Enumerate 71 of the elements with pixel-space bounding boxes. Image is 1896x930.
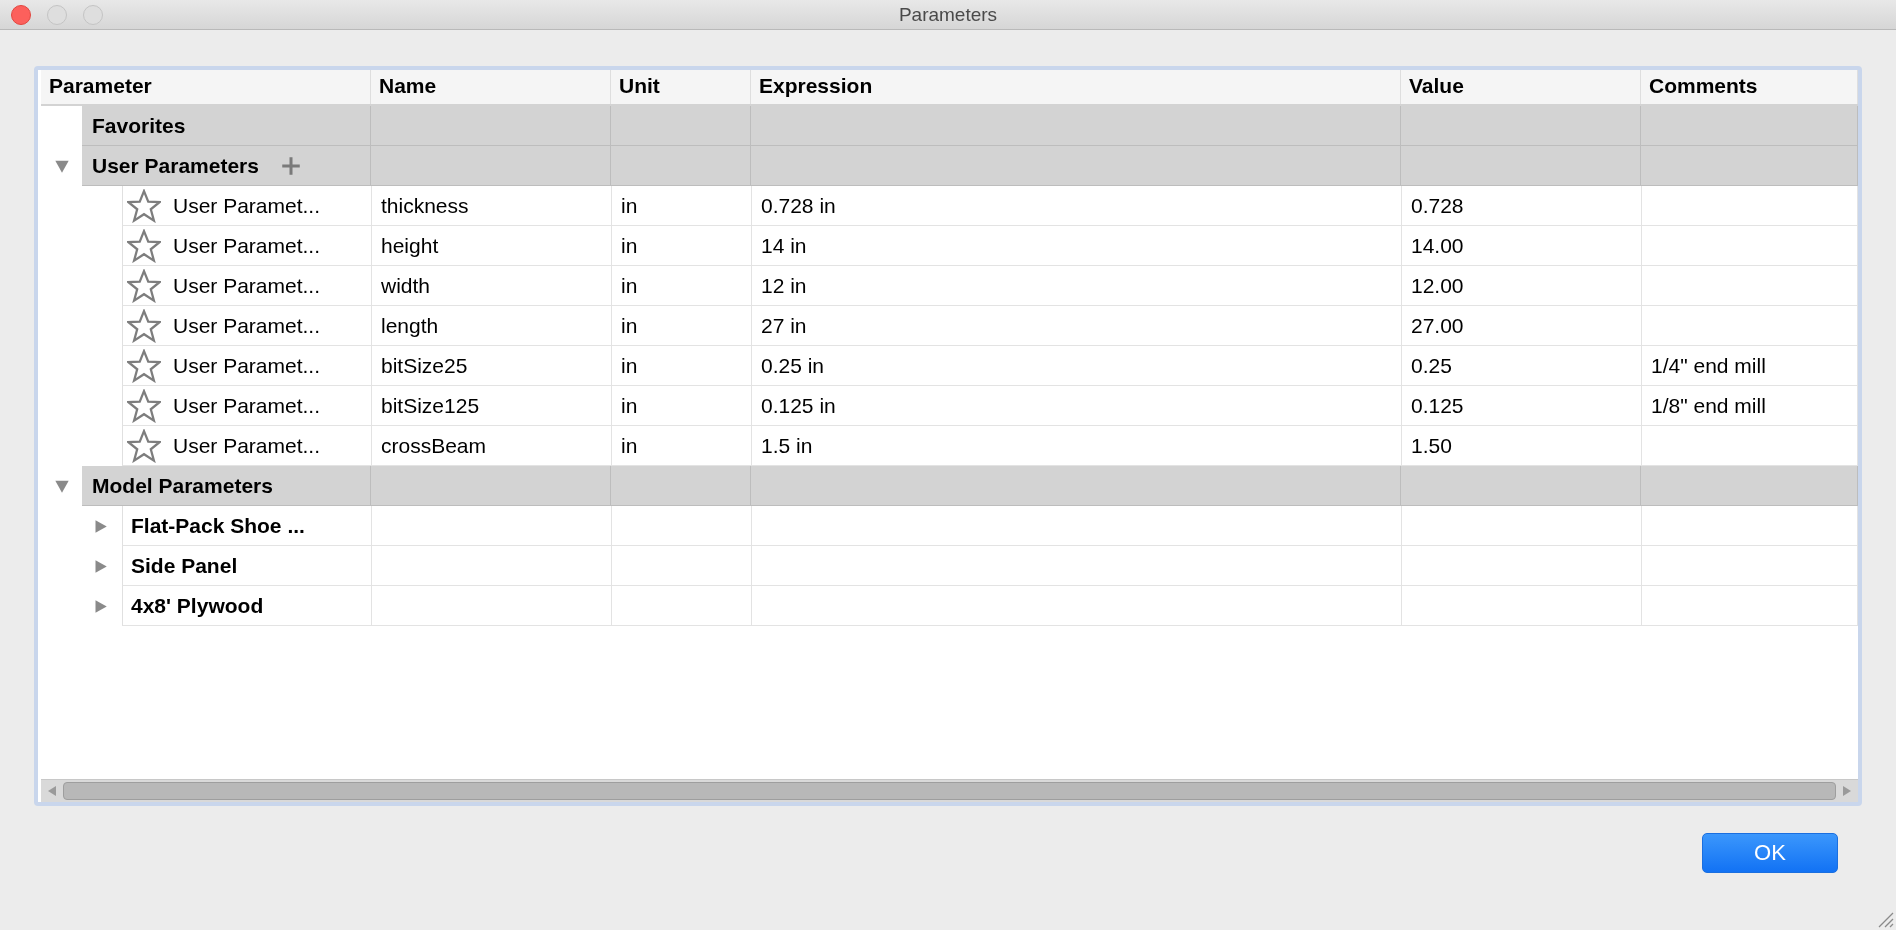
group-header-row[interactable]: User Parameters — [82, 146, 1858, 186]
table-cell: bitSize25 — [381, 353, 468, 378]
table-cell: height — [381, 233, 439, 258]
add-icon[interactable] — [280, 155, 301, 176]
star-icon[interactable] — [127, 348, 161, 383]
collapse-triangle-icon[interactable] — [53, 158, 70, 174]
star-icon[interactable] — [127, 308, 161, 343]
table-cell: 0.728 in — [761, 193, 836, 218]
table-cell: thickness — [381, 193, 469, 218]
star-icon[interactable] — [127, 268, 161, 303]
table-cell: 0.25 — [1411, 353, 1452, 378]
star-icon[interactable] — [127, 188, 161, 223]
table-cell: in — [621, 353, 638, 378]
table-cell: User Paramet... — [173, 433, 321, 458]
table-cell: in — [621, 233, 638, 258]
table-cell: 0.125 — [1411, 393, 1464, 418]
table-cell: in — [621, 433, 638, 458]
table-cell: width — [381, 273, 431, 298]
ok-button[interactable]: OK — [1702, 833, 1838, 873]
table-cell: 1/8" end mill — [1651, 393, 1766, 418]
table-cell: in — [621, 313, 638, 338]
table-cell: User Paramet... — [173, 233, 321, 258]
collapse-triangle-icon[interactable] — [53, 478, 70, 494]
table-cell: length — [381, 313, 439, 338]
table-cell: 1/4" end mill — [1651, 353, 1766, 378]
window-title: Parameters — [898, 3, 998, 26]
table-cell: 0.25 in — [761, 353, 825, 378]
table-cell: User Paramet... — [173, 313, 321, 338]
table-cell: User Paramet... — [173, 353, 321, 378]
table-cell: bitSize125 — [381, 393, 480, 418]
table-cell: 12 in — [761, 273, 807, 298]
star-icon[interactable] — [127, 228, 161, 263]
table-cell: 14.00 — [1411, 233, 1464, 258]
table-cell: 14 in — [761, 233, 807, 258]
table-cell: User Paramet... — [173, 393, 321, 418]
column-header[interactable]: Unit — [611, 70, 751, 104]
scroll-right-icon[interactable] — [1842, 785, 1852, 797]
table-cell: in — [621, 393, 638, 418]
column-header[interactable]: Value — [1401, 70, 1641, 104]
expand-triangle-icon[interactable] — [93, 598, 108, 614]
close-button[interactable] — [11, 5, 31, 25]
group-label: User Parameters — [92, 153, 259, 178]
scroll-left-icon[interactable] — [47, 785, 57, 797]
table-cell: crossBeam — [381, 433, 487, 458]
column-header[interactable]: Comments — [1641, 70, 1858, 104]
group-label: Model Parameters — [92, 473, 273, 498]
table-cell: 0.728 — [1411, 193, 1464, 218]
table-cell: 0.125 in — [761, 393, 836, 418]
expand-triangle-icon[interactable] — [93, 558, 108, 574]
table-cell: 1.50 — [1411, 433, 1452, 458]
table-cell: 27.00 — [1411, 313, 1464, 338]
group-header-row[interactable]: Model Parameters — [82, 466, 1858, 506]
table-cell: in — [621, 273, 638, 298]
table-cell: User Paramet... — [173, 193, 321, 218]
tree-item[interactable]: Side Panel — [127, 553, 238, 578]
star-icon[interactable] — [127, 388, 161, 423]
table-cell: in — [621, 193, 638, 218]
horizontal-scrollbar[interactable] — [41, 779, 1858, 802]
group-label: Favorites — [92, 113, 186, 138]
table-cell: 1.5 in — [761, 433, 813, 458]
table-cell: User Paramet... — [173, 273, 321, 298]
column-header[interactable]: Name — [371, 70, 611, 104]
star-icon[interactable] — [127, 428, 161, 463]
expand-triangle-icon[interactable] — [93, 518, 108, 534]
column-header[interactable]: Expression — [751, 70, 1401, 104]
tree-item[interactable]: 4x8' Plywood — [127, 593, 264, 618]
table-cell: 12.00 — [1411, 273, 1464, 298]
column-header[interactable]: Parameter — [41, 70, 371, 104]
tree-item[interactable]: Flat-Pack Shoe ... — [127, 513, 305, 538]
group-header-row[interactable]: Favorites — [82, 106, 1858, 146]
table-cell: 27 in — [761, 313, 807, 338]
